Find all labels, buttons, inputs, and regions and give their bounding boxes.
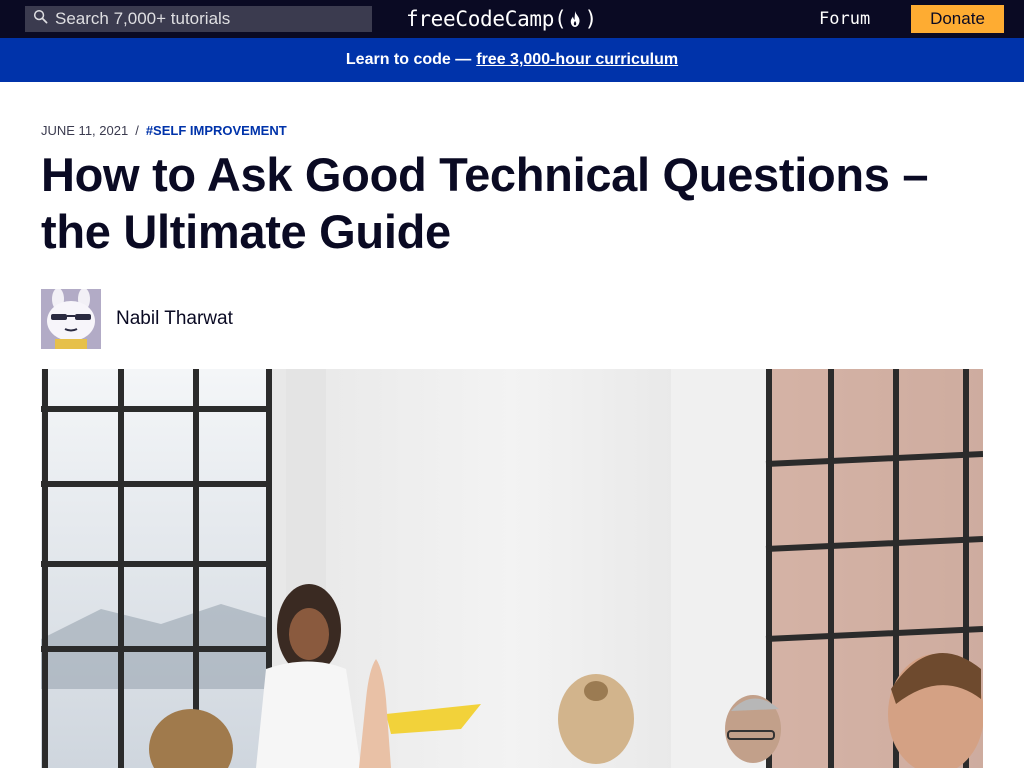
forum-link[interactable]: Forum (808, 8, 881, 30)
flame-icon (567, 9, 583, 29)
feature-image (41, 369, 983, 768)
search-bar[interactable]: Search 7,000+ tutorials (25, 6, 372, 32)
author-avatar[interactable] (41, 289, 101, 349)
promo-banner: Learn to code — free 3,000-hour curricul… (0, 38, 1024, 82)
search-placeholder: Search 7,000+ tutorials (55, 9, 231, 28)
article-title: How to Ask Good Technical Questions – th… (41, 148, 929, 258)
logo-text: freeCodeCamp( (406, 7, 567, 31)
author-byline: Nabil Tharwat (41, 289, 233, 349)
freecodecamp-logo[interactable]: freeCodeCamp( ) (406, 4, 597, 34)
banner-lead-text: Learn to code — (345, 51, 472, 68)
donate-button[interactable]: Donate (911, 5, 1004, 33)
post-tag-link[interactable]: #SELF IMPROVEMENT (146, 123, 287, 138)
top-nav: Search 7,000+ tutorials freeCodeCamp( ) … (0, 0, 1024, 38)
curriculum-link[interactable]: free 3,000-hour curriculum (476, 51, 678, 69)
post-date: JUNE 11, 2021 (41, 123, 129, 138)
classroom-photo (41, 369, 983, 768)
meta-separator: / (135, 123, 139, 138)
post-meta: JUNE 11, 2021 / #SELF IMPROVEMENT (41, 123, 287, 138)
author-name[interactable]: Nabil Tharwat (116, 308, 233, 330)
search-icon (33, 9, 48, 29)
logo-text-close: ) (584, 7, 597, 31)
